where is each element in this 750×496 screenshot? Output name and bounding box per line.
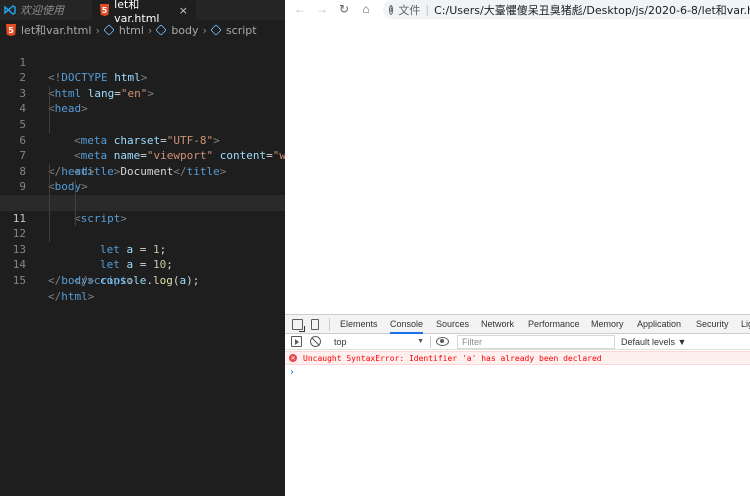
indent-guide xyxy=(49,116,50,133)
indent-guide xyxy=(75,194,76,211)
code-editor: 欢迎使用 5 let和var.html × 5 let和var.html › h… xyxy=(0,0,285,496)
indent-guide xyxy=(49,101,50,117)
chevron-right-icon: › xyxy=(147,23,153,37)
code-line-current: 11 let a = 10; xyxy=(0,194,285,271)
breadcrumb-script[interactable]: script xyxy=(226,24,257,37)
browser-toolbar: ← → ↻ ⌂ i 文件 | C:/Users/大臺懼傻呆丑臭猪彪/Deskto… xyxy=(285,0,750,19)
divider xyxy=(430,336,431,348)
indent-guide xyxy=(49,226,50,242)
back-arrow-icon[interactable]: ← xyxy=(293,1,307,17)
element-cube-icon xyxy=(155,24,167,36)
reload-icon[interactable]: ↻ xyxy=(337,1,351,17)
code-line: 13 </script> xyxy=(0,226,285,287)
tab-memory[interactable]: Memory xyxy=(591,315,624,334)
dropdown-arrow-icon: ▼ xyxy=(417,338,424,345)
sidebar-toggle-icon[interactable] xyxy=(291,336,302,347)
context-select[interactable]: top ▼ xyxy=(331,335,426,349)
editor-tab-bar: 欢迎使用 5 let和var.html × xyxy=(0,0,285,25)
html5-icon: 5 xyxy=(100,4,110,16)
indent-guide xyxy=(49,163,50,180)
code-line: 15 </html> xyxy=(0,257,285,303)
error-icon: ✕ xyxy=(289,354,297,362)
indent-guide xyxy=(49,179,50,195)
code-line: 2 <html lang="en"> xyxy=(0,55,285,100)
devtools-tab-bar: Elements Console Sources Network Perform… xyxy=(285,315,750,334)
info-icon[interactable]: i xyxy=(389,4,394,15)
code-line: 12 console.log(a); xyxy=(0,210,285,287)
address-bar[interactable]: i 文件 | C:/Users/大臺懼傻呆丑臭猪彪/Desktop/js/202… xyxy=(383,0,750,19)
console-toolbar: top ▼ Default levels ▼ xyxy=(285,334,750,350)
tab-welcome[interactable]: 欢迎使用 xyxy=(0,0,92,20)
indent-guide xyxy=(75,210,76,227)
tab-sources[interactable]: Sources xyxy=(436,315,469,334)
line-content: </body> xyxy=(48,273,95,287)
inspect-element-icon[interactable] xyxy=(292,319,305,332)
devtools-panel: Elements Console Sources Network Perform… xyxy=(285,314,750,496)
chevron-right-icon: › xyxy=(95,23,100,37)
code-line: 5 <meta name="viewport" content="wi xyxy=(0,101,285,162)
tab-application[interactable]: Application xyxy=(637,315,681,334)
code-line: 9 <script> xyxy=(0,163,285,225)
chevron-right-icon: › xyxy=(202,23,207,37)
close-icon[interactable]: × xyxy=(179,4,188,17)
context-value: top xyxy=(334,337,347,347)
log-levels-dropdown[interactable]: Default levels ▼ xyxy=(621,334,686,350)
code-line: 14 </body> xyxy=(0,242,285,287)
address-separator: | xyxy=(425,3,430,16)
indent-guide xyxy=(49,210,50,227)
code-line: 7 </head> xyxy=(0,133,285,178)
eye-icon[interactable] xyxy=(436,337,449,346)
tab-console[interactable]: Console xyxy=(390,315,424,334)
vscode-logo-icon xyxy=(4,5,16,15)
tab-let-var[interactable]: 5 let和var.html × xyxy=(92,0,196,25)
element-cube-icon xyxy=(210,24,222,36)
tab-elements[interactable]: Elements xyxy=(340,315,378,334)
address-scheme: 文件 xyxy=(398,3,421,17)
breadcrumb-html[interactable]: html xyxy=(119,24,144,37)
clear-console-icon[interactable] xyxy=(310,336,321,347)
code-line: 6 <title>Document</title> xyxy=(0,116,285,178)
code-line: 4 <meta charset="UTF-8"> xyxy=(0,85,285,147)
tab-lighthouse[interactable]: Lig xyxy=(741,315,750,334)
breadcrumb-file[interactable]: let和var.html xyxy=(21,22,91,38)
console-error-message: ✕ Uncaught SyntaxError: Identifier 'a' h… xyxy=(285,351,750,365)
tab-performance[interactable]: Performance xyxy=(528,315,580,334)
filter-input[interactable] xyxy=(457,335,615,349)
code-line: 3 <head> xyxy=(0,70,285,116)
address-url[interactable]: C:/Users/大臺懼傻呆丑臭猪彪/Desktop/js/2020-6-8/l… xyxy=(434,2,750,18)
indent-guide xyxy=(49,85,50,102)
code-line: 8 <body> xyxy=(0,148,285,194)
indent-guide xyxy=(75,179,76,195)
line-number: 15 xyxy=(12,273,26,287)
breadcrumb-body[interactable]: body xyxy=(171,24,198,37)
tab-network[interactable]: Network xyxy=(481,315,514,334)
console-prompt-icon[interactable]: › xyxy=(290,367,294,378)
home-icon[interactable]: ⌂ xyxy=(359,1,373,17)
divider xyxy=(329,318,330,331)
indent-guide xyxy=(49,194,50,211)
device-toolbar-icon[interactable] xyxy=(311,319,319,330)
error-text: Uncaught SyntaxError: Identifier 'a' has… xyxy=(303,353,602,363)
breadcrumb: 5 let和var.html › html › body › script xyxy=(0,20,285,40)
element-cube-icon xyxy=(103,24,115,36)
code-line: 10 let a = 1; xyxy=(0,179,285,256)
browser-window: ← → ↻ ⌂ i 文件 | C:/Users/大臺懼傻呆丑臭猪彪/Deskto… xyxy=(285,0,750,496)
tab-welcome-label: 欢迎使用 xyxy=(20,4,64,17)
code-line: 1 <!DOCTYPE html> xyxy=(0,39,285,85)
tab-security[interactable]: Security xyxy=(696,315,729,334)
code-area[interactable]: 1 <!DOCTYPE html> 2 <html lang="en"> 3 <… xyxy=(0,39,285,303)
html5-icon: 5 xyxy=(6,24,16,36)
forward-arrow-icon[interactable]: → xyxy=(315,1,329,17)
line-content: </html> xyxy=(48,289,95,303)
